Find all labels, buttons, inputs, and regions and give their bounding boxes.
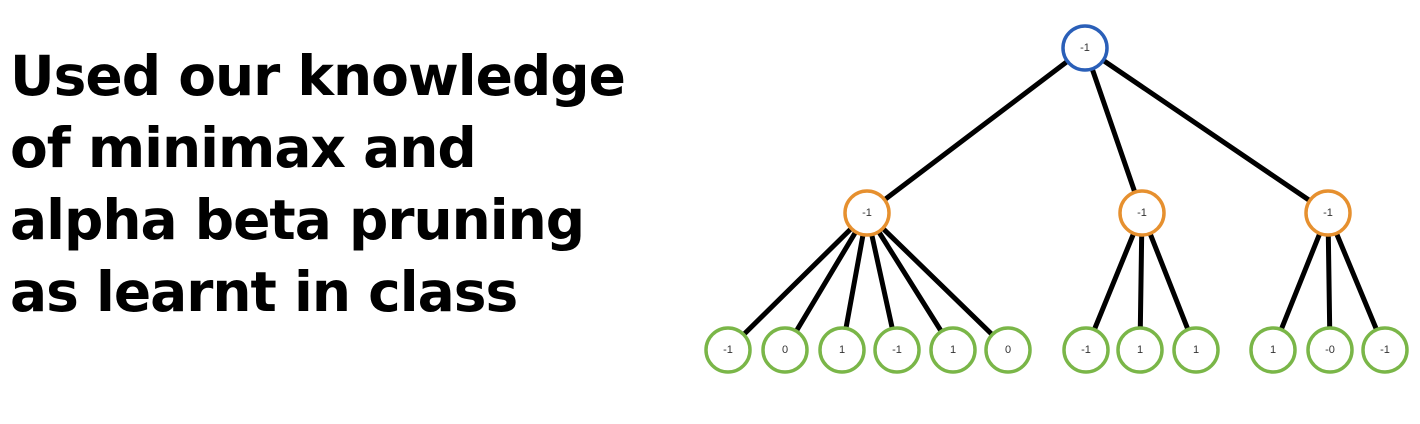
leaf-node-2-3-value: 1: [1193, 344, 1199, 356]
leaf-node-2-3: 1: [1172, 326, 1220, 374]
edge-root-to-min-1: [864, 45, 1088, 216]
edge-root-to-min-2: [1082, 45, 1145, 216]
leaf-node-1-6-value: 0: [1005, 344, 1011, 356]
min-node-1-value: -1: [862, 207, 872, 219]
leaf-node-3-2: -0: [1306, 326, 1354, 374]
leaf-node-2-2: 1: [1116, 326, 1164, 374]
leaf-node-3-3-value: -1: [1380, 344, 1390, 356]
leaf-node-3-1: 1: [1249, 326, 1297, 374]
min-node-2: -1: [1118, 189, 1166, 237]
leaf-node-2-1: -1: [1062, 326, 1110, 374]
leaf-node-2-2-value: 1: [1137, 344, 1143, 356]
min-node-3-value: -1: [1323, 207, 1333, 219]
leaf-node-1-3: 1: [818, 326, 866, 374]
root-node: -1: [1061, 24, 1109, 72]
leaf-node-1-2-value: 0: [782, 344, 788, 356]
leaf-node-1-3-value: 1: [839, 344, 845, 356]
min-node-1: -1: [843, 189, 891, 237]
tree-edges: [725, 45, 1388, 353]
leaf-node-2-1-value: -1: [1081, 344, 1091, 356]
leaf-node-3-2-value: -0: [1325, 344, 1335, 356]
leaf-node-1-1-value: -1: [723, 344, 733, 356]
min-node-3: -1: [1304, 189, 1352, 237]
leaf-node-1-4: -1: [873, 326, 921, 374]
leaf-node-1-6: 0: [984, 326, 1032, 374]
leaf-node-1-5-value: 1: [950, 344, 956, 356]
minimax-tree-diagram: -1 -1 -1 0 1 -1 1 0 -1 -1 1 1 -1 1 -0 -1: [704, 24, 1409, 374]
leaf-node-3-3: -1: [1361, 326, 1409, 374]
leaf-node-1-5: 1: [929, 326, 977, 374]
leaf-node-1-2: 0: [761, 326, 809, 374]
leaf-node-1-1: -1: [704, 326, 752, 374]
min-node-2-value: -1: [1137, 207, 1147, 219]
edge-root-to-min-3: [1082, 45, 1331, 216]
tree-nodes: -1 -1 -1 0 1 -1 1 0 -1 -1 1 1 -1 1 -0 -1: [704, 24, 1409, 374]
root-node-value: -1: [1080, 42, 1090, 54]
leaf-node-3-1-value: 1: [1270, 344, 1276, 356]
leaf-node-1-4-value: -1: [892, 344, 902, 356]
